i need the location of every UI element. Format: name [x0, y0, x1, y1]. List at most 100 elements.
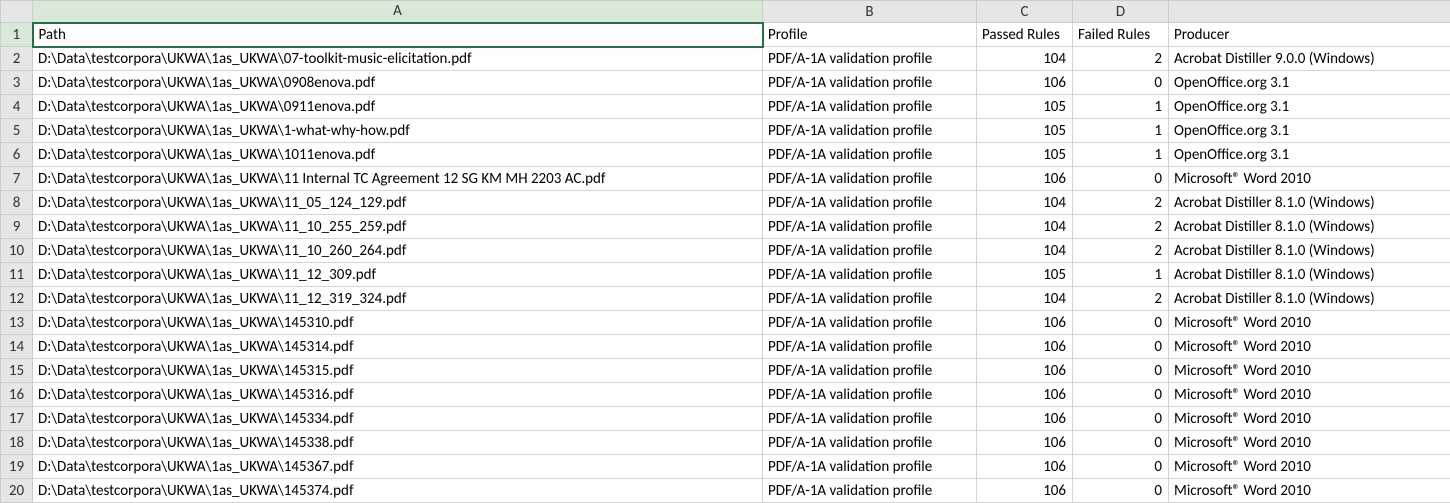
cell-C14[interactable]: 106	[977, 335, 1073, 359]
cell-D8[interactable]: 2	[1073, 191, 1169, 215]
cell-A11[interactable]: D:\Data\testcorpora\UKWA\1as_UKWA\11_12_…	[33, 263, 763, 287]
cell-B4[interactable]: PDF/A-1A validation profile	[763, 95, 977, 119]
cell-D3[interactable]: 0	[1073, 71, 1169, 95]
row-header-10[interactable]: 10	[1, 239, 33, 263]
row-header-5[interactable]: 5	[1, 119, 33, 143]
row-header-8[interactable]: 8	[1, 191, 33, 215]
row-header-4[interactable]: 4	[1, 95, 33, 119]
cell-C1[interactable]: Passed Rules	[977, 23, 1073, 47]
cell-D10[interactable]: 2	[1073, 239, 1169, 263]
cell-A5[interactable]: D:\Data\testcorpora\UKWA\1as_UKWA\1-what…	[33, 119, 763, 143]
row-header-19[interactable]: 19	[1, 455, 33, 479]
cell-C2[interactable]: 104	[977, 47, 1073, 71]
row-header-14[interactable]: 14	[1, 335, 33, 359]
cell-B5[interactable]: PDF/A-1A validation profile	[763, 119, 977, 143]
cell-B6[interactable]: PDF/A-1A validation profile	[763, 143, 977, 167]
cell-B20[interactable]: PDF/A-1A validation profile	[763, 479, 977, 503]
cell-E14[interactable]: Microsoft® Word 2010	[1169, 335, 1450, 359]
cell-C19[interactable]: 106	[977, 455, 1073, 479]
cell-D5[interactable]: 1	[1073, 119, 1169, 143]
cell-B19[interactable]: PDF/A-1A validation profile	[763, 455, 977, 479]
cell-B7[interactable]: PDF/A-1A validation profile	[763, 167, 977, 191]
cell-D11[interactable]: 1	[1073, 263, 1169, 287]
cell-D18[interactable]: 0	[1073, 431, 1169, 455]
row-header-1[interactable]: 1	[1, 23, 33, 47]
cell-C16[interactable]: 106	[977, 383, 1073, 407]
cell-E4[interactable]: OpenOffice.org 3.1	[1169, 95, 1450, 119]
row-header-7[interactable]: 7	[1, 167, 33, 191]
cell-D12[interactable]: 2	[1073, 287, 1169, 311]
cell-C8[interactable]: 104	[977, 191, 1073, 215]
cell-E10[interactable]: Acrobat Distiller 8.1.0 (Windows)	[1169, 239, 1450, 263]
column-header-A[interactable]: A	[33, 1, 763, 23]
cell-C11[interactable]: 105	[977, 263, 1073, 287]
row-header-13[interactable]: 13	[1, 311, 33, 335]
row-header-9[interactable]: 9	[1, 215, 33, 239]
cell-C9[interactable]: 104	[977, 215, 1073, 239]
cell-B18[interactable]: PDF/A-1A validation profile	[763, 431, 977, 455]
cell-D13[interactable]: 0	[1073, 311, 1169, 335]
cell-E7[interactable]: Microsoft® Word 2010	[1169, 167, 1450, 191]
column-header-B[interactable]: B	[763, 1, 977, 23]
cell-E9[interactable]: Acrobat Distiller 8.1.0 (Windows)	[1169, 215, 1450, 239]
cell-A2[interactable]: D:\Data\testcorpora\UKWA\1as_UKWA\07-too…	[33, 47, 763, 71]
row-header-6[interactable]: 6	[1, 143, 33, 167]
cell-C10[interactable]: 104	[977, 239, 1073, 263]
cell-E1[interactable]: Producer	[1169, 23, 1450, 47]
row-header-16[interactable]: 16	[1, 383, 33, 407]
cell-C6[interactable]: 105	[977, 143, 1073, 167]
cell-E2[interactable]: Acrobat Distiller 9.0.0 (Windows)	[1169, 47, 1450, 71]
cell-E12[interactable]: Acrobat Distiller 8.1.0 (Windows)	[1169, 287, 1450, 311]
cell-D9[interactable]: 2	[1073, 215, 1169, 239]
cell-E3[interactable]: OpenOffice.org 3.1	[1169, 71, 1450, 95]
cell-E5[interactable]: OpenOffice.org 3.1	[1169, 119, 1450, 143]
cell-A10[interactable]: D:\Data\testcorpora\UKWA\1as_UKWA\11_10_…	[33, 239, 763, 263]
cell-A3[interactable]: D:\Data\testcorpora\UKWA\1as_UKWA\0908en…	[33, 71, 763, 95]
row-header-12[interactable]: 12	[1, 287, 33, 311]
cell-E17[interactable]: Microsoft® Word 2010	[1169, 407, 1450, 431]
cell-B12[interactable]: PDF/A-1A validation profile	[763, 287, 977, 311]
cell-E19[interactable]: Microsoft® Word 2010	[1169, 455, 1450, 479]
column-header-E[interactable]	[1169, 1, 1450, 23]
cell-A17[interactable]: D:\Data\testcorpora\UKWA\1as_UKWA\145334…	[33, 407, 763, 431]
cell-A8[interactable]: D:\Data\testcorpora\UKWA\1as_UKWA\11_05_…	[33, 191, 763, 215]
cell-D14[interactable]: 0	[1073, 335, 1169, 359]
cell-B9[interactable]: PDF/A-1A validation profile	[763, 215, 977, 239]
cell-C18[interactable]: 106	[977, 431, 1073, 455]
cell-D2[interactable]: 2	[1073, 47, 1169, 71]
spreadsheet-grid[interactable]: A B C D 1 Path Profile Passed Rules Fail…	[0, 0, 1450, 503]
cell-A19[interactable]: D:\Data\testcorpora\UKWA\1as_UKWA\145367…	[33, 455, 763, 479]
row-header-20[interactable]: 20	[1, 479, 33, 503]
cell-E11[interactable]: Acrobat Distiller 8.1.0 (Windows)	[1169, 263, 1450, 287]
cell-B1[interactable]: Profile	[763, 23, 977, 47]
cell-B14[interactable]: PDF/A-1A validation profile	[763, 335, 977, 359]
cell-A4[interactable]: D:\Data\testcorpora\UKWA\1as_UKWA\0911en…	[33, 95, 763, 119]
row-header-17[interactable]: 17	[1, 407, 33, 431]
cell-B15[interactable]: PDF/A-1A validation profile	[763, 359, 977, 383]
cell-C3[interactable]: 106	[977, 71, 1073, 95]
row-header-18[interactable]: 18	[1, 431, 33, 455]
column-header-D[interactable]: D	[1073, 1, 1169, 23]
cell-A18[interactable]: D:\Data\testcorpora\UKWA\1as_UKWA\145338…	[33, 431, 763, 455]
cell-B8[interactable]: PDF/A-1A validation profile	[763, 191, 977, 215]
cell-A13[interactable]: D:\Data\testcorpora\UKWA\1as_UKWA\145310…	[33, 311, 763, 335]
cell-D7[interactable]: 0	[1073, 167, 1169, 191]
cell-B13[interactable]: PDF/A-1A validation profile	[763, 311, 977, 335]
cell-D17[interactable]: 0	[1073, 407, 1169, 431]
cell-C12[interactable]: 104	[977, 287, 1073, 311]
row-header-2[interactable]: 2	[1, 47, 33, 71]
cell-B10[interactable]: PDF/A-1A validation profile	[763, 239, 977, 263]
cell-A6[interactable]: D:\Data\testcorpora\UKWA\1as_UKWA\1011en…	[33, 143, 763, 167]
cell-D16[interactable]: 0	[1073, 383, 1169, 407]
cell-E15[interactable]: Microsoft® Word 2010	[1169, 359, 1450, 383]
cell-E13[interactable]: Microsoft® Word 2010	[1169, 311, 1450, 335]
cell-E16[interactable]: Microsoft® Word 2010	[1169, 383, 1450, 407]
cell-B17[interactable]: PDF/A-1A validation profile	[763, 407, 977, 431]
cell-E6[interactable]: OpenOffice.org 3.1	[1169, 143, 1450, 167]
cell-E18[interactable]: Microsoft® Word 2010	[1169, 431, 1450, 455]
cell-B3[interactable]: PDF/A-1A validation profile	[763, 71, 977, 95]
select-all-corner[interactable]	[1, 1, 33, 23]
cell-E20[interactable]: Microsoft® Word 2010	[1169, 479, 1450, 503]
cell-B16[interactable]: PDF/A-1A validation profile	[763, 383, 977, 407]
cell-D15[interactable]: 0	[1073, 359, 1169, 383]
